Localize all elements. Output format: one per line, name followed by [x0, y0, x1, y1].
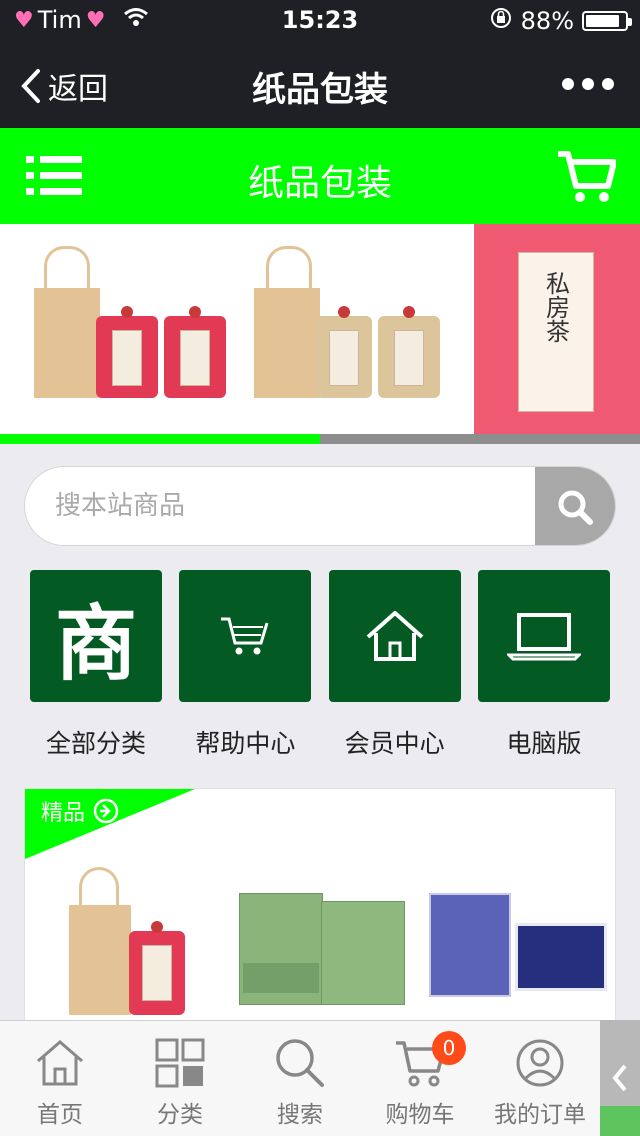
dot-icon	[582, 78, 594, 90]
cart-icon	[221, 617, 269, 655]
featured-section: 精品	[24, 788, 616, 1028]
shortcut-label: 全部分类	[45, 729, 146, 758]
featured-product-blue-box[interactable]	[429, 893, 607, 1003]
cart-count-badge: 0	[432, 1031, 466, 1065]
shortcut-grid: 商 全部分类 帮助中心 会员中心 电脑版	[30, 570, 610, 760]
tab-my-orders[interactable]: 我的订单	[480, 1021, 600, 1136]
banner-tea-card-image: 私房茶	[474, 224, 640, 434]
home-icon	[366, 611, 423, 661]
navigation-bar: 返回 纸品包装	[0, 40, 640, 128]
shortcut-label: 帮助中心	[195, 729, 296, 758]
tab-cart[interactable]: 0 购物车	[360, 1021, 480, 1136]
search-icon	[558, 490, 593, 525]
battery-percent: 88%	[520, 7, 574, 35]
banner-progress	[0, 434, 640, 444]
more-button[interactable]	[562, 78, 614, 90]
tab-search[interactable]: 搜索	[240, 1021, 360, 1136]
featured-tag[interactable]: 精品	[41, 795, 119, 827]
shop-icon: 商	[30, 570, 162, 702]
banner-carousel[interactable]: 私房茶	[0, 224, 640, 434]
grid-icon	[155, 1038, 205, 1088]
cart-icon	[558, 151, 617, 202]
dot-icon	[602, 78, 614, 90]
tab-label: 购物车	[385, 1102, 455, 1128]
status-bar: ♥ Tim ♥ 15:23 88%	[0, 0, 640, 40]
battery-icon	[582, 11, 632, 31]
shortcut-all-categories[interactable]: 商 全部分类	[30, 570, 162, 760]
status-right: 88%	[489, 6, 632, 36]
bottom-tab-bar: 首页 分类 搜索 0 购物车 我的订单	[0, 1020, 640, 1136]
laptop-icon	[506, 613, 581, 661]
tea-card-text: 私房茶	[541, 271, 570, 343]
shortcut-label: 会员中心	[344, 729, 445, 758]
banner-progress-fill	[0, 434, 320, 444]
chevron-left-icon	[612, 1064, 627, 1092]
site-title: 纸品包装	[247, 163, 392, 204]
nav-title: 纸品包装	[252, 70, 388, 110]
shortcut-member-center[interactable]: 会员中心	[328, 570, 461, 760]
tab-label: 首页	[37, 1102, 83, 1128]
home-icon	[37, 1040, 83, 1086]
user-icon	[516, 1039, 564, 1087]
tab-label: 分类	[157, 1102, 203, 1128]
shortcut-label: 电脑版	[506, 729, 582, 758]
tab-label: 我的订单	[494, 1102, 586, 1128]
shortcut-help-center[interactable]: 帮助中心	[179, 570, 312, 760]
tab-home[interactable]: 首页	[0, 1021, 120, 1136]
arrow-right-circle-icon	[93, 798, 119, 824]
side-collapse-button[interactable]	[600, 1020, 640, 1136]
search-button[interactable]	[535, 467, 615, 545]
dot-icon	[562, 78, 574, 90]
featured-product-kraft-bag[interactable]	[65, 867, 215, 1027]
rotation-lock-icon	[489, 6, 513, 36]
search-bar	[24, 466, 616, 546]
shortcut-desktop-version[interactable]: 电脑版	[477, 570, 610, 760]
search-icon	[276, 1039, 324, 1087]
featured-product-green-box[interactable]	[239, 893, 405, 1009]
site-header: 纸品包装	[0, 128, 640, 224]
tab-label: 搜索	[277, 1102, 323, 1128]
header-cart-button[interactable]	[556, 150, 617, 208]
tab-categories[interactable]: 分类	[120, 1021, 240, 1136]
featured-tag-label: 精品	[41, 801, 86, 826]
search-input[interactable]	[55, 467, 535, 545]
